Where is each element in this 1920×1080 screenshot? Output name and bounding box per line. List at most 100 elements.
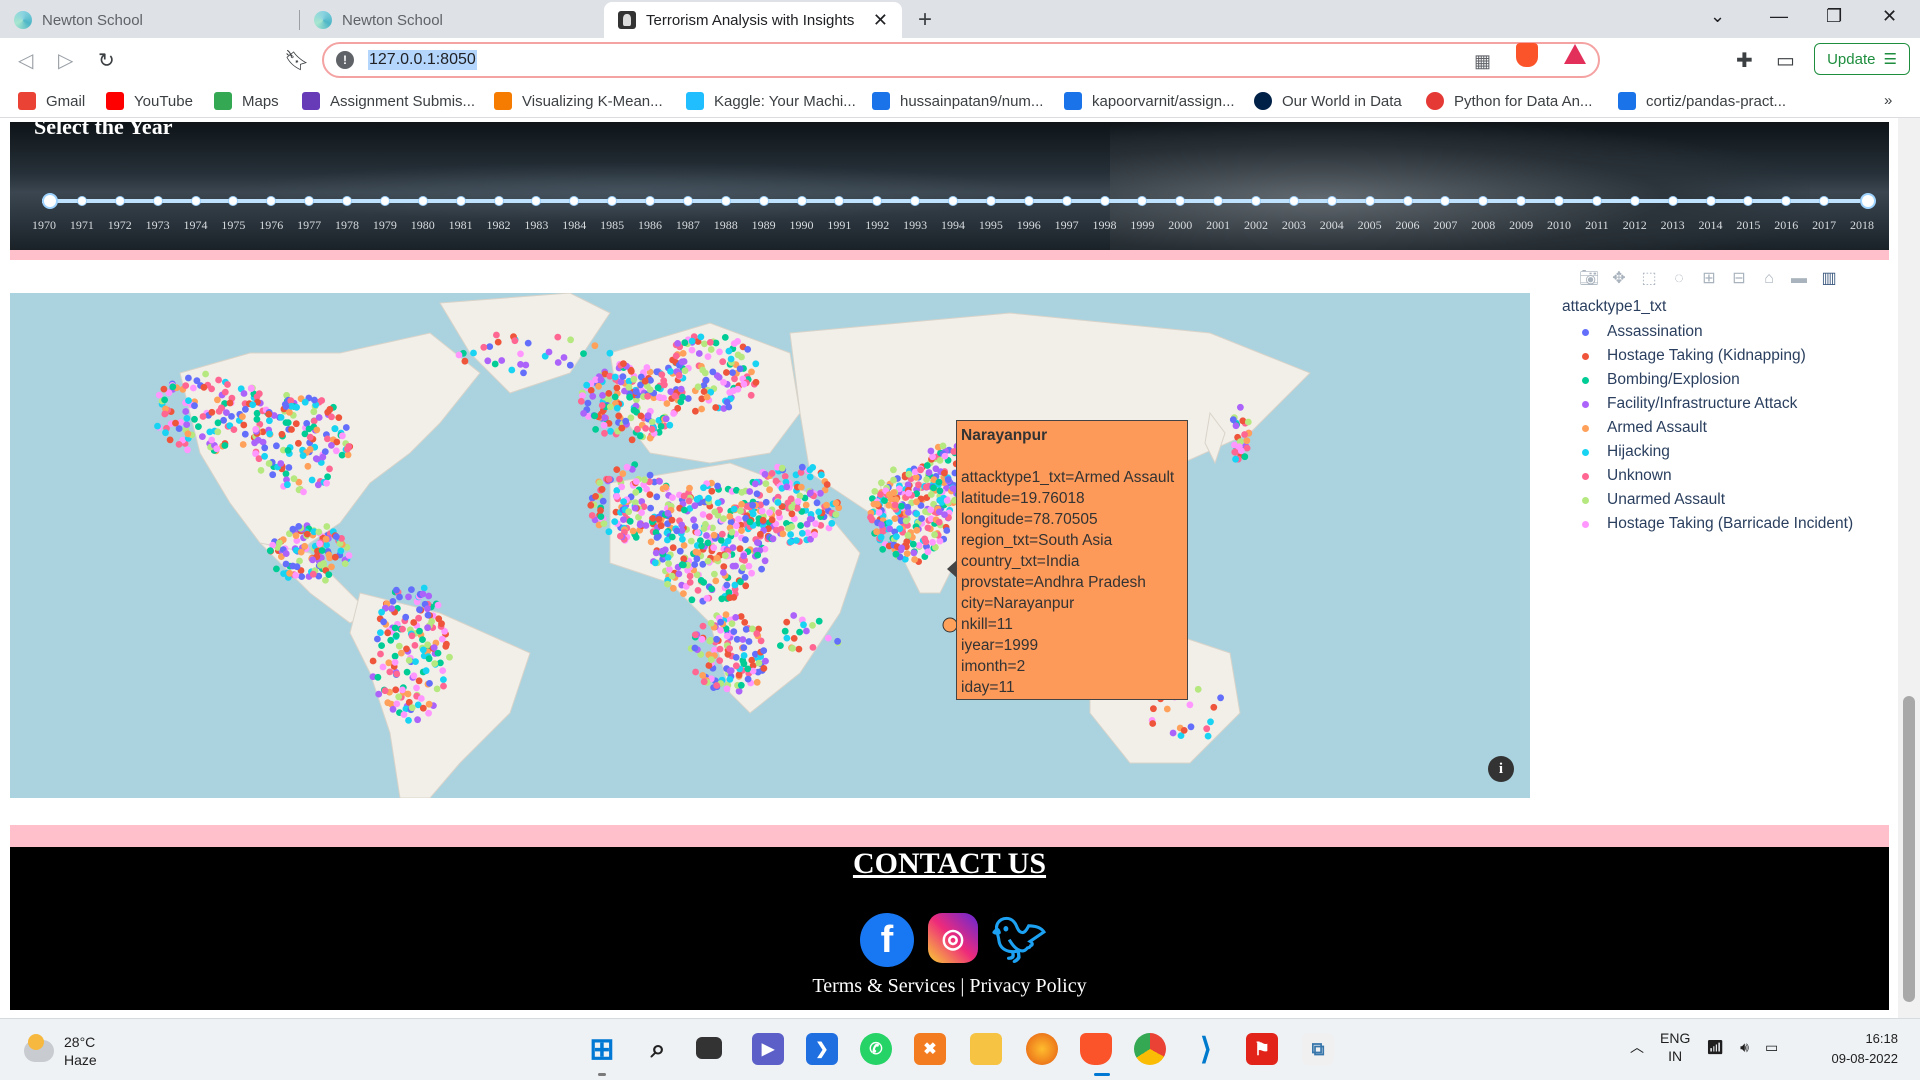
attack-point[interactable] <box>828 519 836 527</box>
attack-point[interactable] <box>879 546 887 553</box>
bookmark-gmail[interactable]: Gmail <box>18 92 85 110</box>
bookmark-assignment[interactable]: Assignment Submis... <box>302 92 475 110</box>
attack-point[interactable] <box>424 611 432 619</box>
attack-point[interactable] <box>752 378 760 386</box>
attack-point[interactable] <box>320 560 327 567</box>
attack-point[interactable] <box>300 488 307 496</box>
attack-point[interactable] <box>737 681 745 689</box>
attack-point[interactable] <box>797 483 805 491</box>
legend-item-hijacking[interactable]: Hijacking <box>1562 440 1853 464</box>
year-slider-mark[interactable] <box>1554 196 1564 206</box>
brave-rewards-icon[interactable] <box>1564 44 1586 64</box>
attack-point[interactable] <box>223 409 230 416</box>
attack-point[interactable] <box>395 642 403 650</box>
attack-point[interactable] <box>707 656 715 664</box>
attack-point[interactable] <box>1210 703 1218 711</box>
attack-point[interactable] <box>902 517 910 525</box>
attack-point[interactable] <box>1150 705 1157 713</box>
attack-point[interactable] <box>342 424 350 431</box>
attack-point[interactable] <box>399 686 406 694</box>
attack-point[interactable] <box>600 421 608 429</box>
attack-point[interactable] <box>253 415 261 423</box>
attack-point[interactable] <box>738 527 745 534</box>
attack-point[interactable] <box>403 668 411 676</box>
attack-point[interactable] <box>414 716 421 724</box>
attack-point[interactable] <box>766 486 773 494</box>
attack-point[interactable] <box>208 385 216 393</box>
attack-point[interactable] <box>797 522 804 529</box>
attack-point[interactable] <box>224 381 231 388</box>
attack-point[interactable] <box>707 619 715 627</box>
attack-point[interactable] <box>380 618 387 626</box>
attack-point[interactable] <box>936 496 944 504</box>
attack-point[interactable] <box>1169 729 1177 737</box>
attack-point[interactable] <box>646 386 654 393</box>
attack-point[interactable] <box>328 413 335 421</box>
scrollbar-thumb[interactable] <box>1903 696 1915 1002</box>
attack-point[interactable] <box>422 667 430 675</box>
attack-point[interactable] <box>284 481 291 489</box>
attack-point[interactable] <box>601 414 608 422</box>
attack-point[interactable] <box>931 531 938 539</box>
attack-point[interactable] <box>259 438 267 446</box>
attack-point[interactable] <box>684 395 692 402</box>
attack-point[interactable] <box>795 645 803 653</box>
attack-point[interactable] <box>599 392 606 399</box>
year-slider-mark[interactable] <box>1288 196 1299 206</box>
year-slider-mark[interactable] <box>1478 196 1489 206</box>
attack-point[interactable] <box>629 527 637 535</box>
attack-point[interactable] <box>745 638 753 645</box>
attack-point[interactable] <box>781 627 789 635</box>
bookmark-hussainpatan[interactable]: hussainpatan9/num... <box>872 92 1043 110</box>
attack-point[interactable] <box>903 550 911 557</box>
attack-point[interactable] <box>412 658 419 665</box>
attack-point[interactable] <box>788 510 796 518</box>
extensions-icon[interactable]: ✚ <box>1736 48 1753 73</box>
attack-point[interactable] <box>678 561 686 569</box>
attack-point[interactable] <box>290 475 298 483</box>
attack-point[interactable] <box>724 651 732 658</box>
attack-point[interactable] <box>758 565 765 573</box>
zoom-out-icon[interactable]: ⊟ <box>1728 268 1750 290</box>
attack-point[interactable] <box>309 570 317 578</box>
attack-point[interactable] <box>318 397 326 404</box>
attack-point[interactable] <box>411 642 419 649</box>
attack-point[interactable] <box>700 678 708 686</box>
attack-point[interactable] <box>700 484 707 492</box>
attack-point[interactable] <box>625 383 633 391</box>
attack-point[interactable] <box>332 447 340 455</box>
attack-point[interactable] <box>732 614 740 621</box>
chrome-icon[interactable] <box>1134 1033 1166 1065</box>
whatsapp-icon[interactable]: ✆ <box>860 1033 892 1065</box>
attack-point[interactable] <box>790 612 798 619</box>
attack-point[interactable] <box>730 628 738 635</box>
address-bar[interactable]: ! 127.0.0.1:8050 ▦ <box>322 42 1600 78</box>
attack-point[interactable] <box>379 663 387 671</box>
powershell-icon[interactable]: ❯ <box>806 1033 838 1065</box>
year-slider-mark[interactable] <box>1629 196 1640 206</box>
attack-point[interactable] <box>605 528 613 536</box>
attack-point[interactable] <box>545 348 553 356</box>
attack-point[interactable] <box>787 495 795 503</box>
attack-point[interactable] <box>698 542 705 550</box>
year-slider-mark[interactable] <box>1667 196 1678 206</box>
attack-point[interactable] <box>921 535 929 543</box>
attack-point[interactable] <box>617 532 624 540</box>
attack-point[interactable] <box>657 423 665 430</box>
attack-point[interactable] <box>759 516 767 524</box>
attack-point[interactable] <box>714 482 721 490</box>
attack-point[interactable] <box>636 521 644 529</box>
attack-point[interactable] <box>712 577 720 585</box>
attack-point[interactable] <box>218 404 225 412</box>
attack-point[interactable] <box>375 690 383 698</box>
attack-point[interactable] <box>1241 431 1248 438</box>
attack-point[interactable] <box>793 504 801 512</box>
attack-point[interactable] <box>741 619 749 626</box>
attack-point[interactable] <box>867 513 874 521</box>
attack-point[interactable] <box>230 426 238 433</box>
attack-point[interactable] <box>611 393 619 401</box>
attack-point[interactable] <box>169 383 177 391</box>
attack-point[interactable] <box>630 406 638 414</box>
attack-point[interactable] <box>247 385 255 392</box>
attack-point[interactable] <box>182 408 190 415</box>
